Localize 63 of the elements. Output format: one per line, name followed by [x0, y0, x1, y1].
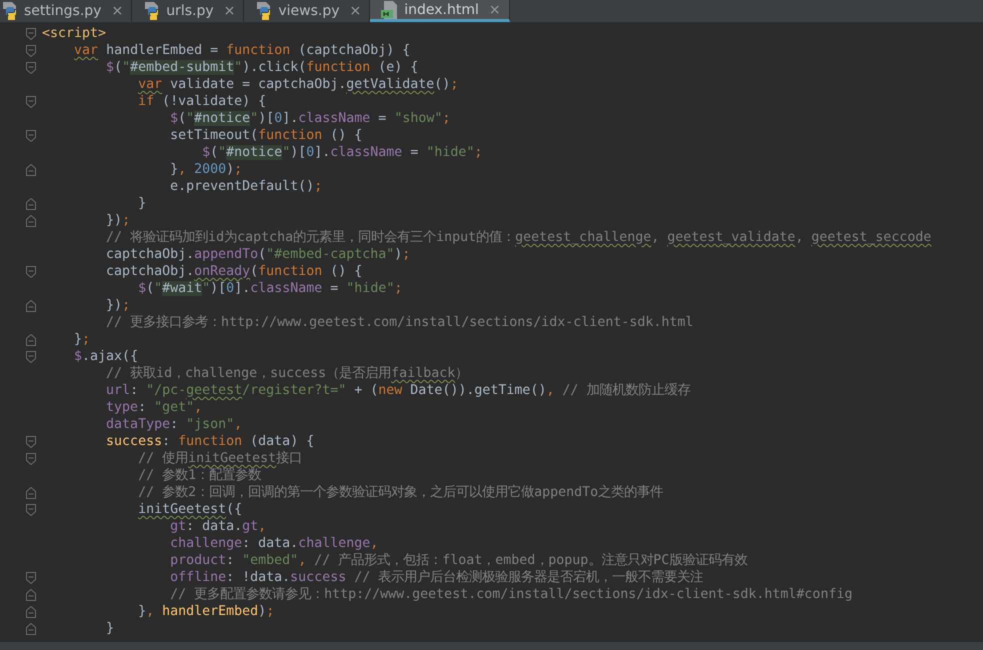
code-line: dataType: "json",	[105, 416, 242, 433]
code-line: // 参数2：回调，回调的第一个参数验证码对象，之后可以使用它做appendTo之类的事件	[137, 484, 664, 501]
code-line: $("#wait")[0].className = "hide";	[137, 280, 402, 297]
fold-icon[interactable]	[26, 350, 36, 362]
fold-icon[interactable]	[26, 436, 36, 448]
fold-icon[interactable]	[26, 452, 36, 464]
code-line: <script>	[42, 25, 106, 42]
fold-icon[interactable]	[26, 214, 36, 226]
code-line: var handlerEmbed = function (captchaObj) {	[73, 42, 410, 59]
editor-tab[interactable]: settings.py ×	[0, 0, 132, 22]
fold-icon[interactable]	[26, 300, 36, 312]
code-line: setTimeout(function () {	[169, 127, 362, 144]
fold-icon[interactable]	[26, 96, 36, 108]
code-line: // 更多配置参数请参见：http://www.geetest.com/install/sections/idx-client-sdk.html#config	[169, 586, 852, 603]
code-line: gt: data.gt,	[169, 518, 266, 535]
code-line: success: function (data) {	[105, 433, 314, 450]
fold-icon[interactable]	[26, 334, 36, 346]
code-line: // 获取id，challenge，success（是否启用failback）	[105, 365, 468, 382]
code-line: // 使用initGeetest接口	[137, 450, 302, 467]
close-button[interactable]: ×	[350, 3, 362, 19]
fold-icon[interactable]	[26, 130, 36, 142]
code-line: captchaObj.onReady(function () {	[105, 263, 362, 280]
code-line: };	[73, 331, 90, 348]
fold-icon[interactable]	[26, 572, 36, 584]
close-button[interactable]: ×	[111, 3, 124, 19]
fold-icon[interactable]	[26, 504, 36, 516]
fold-icon[interactable]	[26, 622, 36, 634]
code-line: });	[105, 212, 130, 229]
code-line: $.ajax({	[73, 348, 138, 365]
code-line: $("#notice")[0].className = "hide";	[201, 144, 482, 161]
code-line: }, handlerEmbed);	[137, 603, 274, 620]
code-line: $("#embed-submit").click(function (e) {	[105, 59, 418, 76]
code-line: challenge: data.challenge,	[169, 535, 378, 552]
code-line: }	[105, 620, 114, 637]
code-line: }, 2000);	[169, 161, 242, 178]
code-line: // 参数1：配置参数	[137, 467, 262, 484]
code-line: e.preventDefault();	[169, 178, 322, 195]
code-line: // 更多接口参考：http://www.geetest.com/install/sections/idx-client-sdk.html	[105, 314, 694, 331]
fold-icon[interactable]	[26, 164, 36, 176]
code-line: });	[105, 297, 130, 314]
editor-tab[interactable]: index.html ×	[370, 0, 510, 22]
code-line: $("#notice")[0].className = "show";	[169, 110, 450, 127]
code-line: captchaObj.appendTo("#embed-captcha");	[105, 246, 410, 263]
close-button[interactable]: ×	[224, 3, 236, 19]
code-line: url: "/pc-geetest/register?t=" + (new Date()).getTime(), // 加随机数防止缓存	[105, 382, 690, 399]
code-line: offline: !data.success // 表示用户后台检测极验服务器是否宕机，一般不需要关注	[169, 569, 704, 586]
code-line: var validate = captchaObj.getValidate();	[137, 76, 458, 93]
code-line: initGeetest({	[137, 501, 242, 518]
fold-icon[interactable]	[26, 44, 36, 56]
fold-icon[interactable]	[26, 266, 36, 278]
code-line: type: "get",	[105, 399, 202, 416]
code-line: if (!validate) {	[137, 93, 266, 110]
fold-icon[interactable]	[26, 588, 36, 600]
code-line: }	[137, 195, 146, 212]
fold-icon[interactable]	[26, 62, 36, 74]
fold-icon[interactable]	[26, 28, 36, 40]
fold-icon[interactable]	[26, 606, 36, 618]
editor-tab[interactable]: urls.py ×	[132, 0, 244, 22]
code-line: product: "embed", // 产品形式，包括：float，embed，popup。注意只对PC版验证码有效	[169, 552, 748, 569]
close-button[interactable]: ×	[488, 2, 501, 18]
code-line: // 将验证码加到id为captcha的元素里，同时会有三个input的值：geetest_challenge, geetest_validate, geetest_seccode	[105, 229, 932, 246]
fold-icon[interactable]	[26, 486, 36, 498]
fold-icon[interactable]	[26, 198, 36, 210]
